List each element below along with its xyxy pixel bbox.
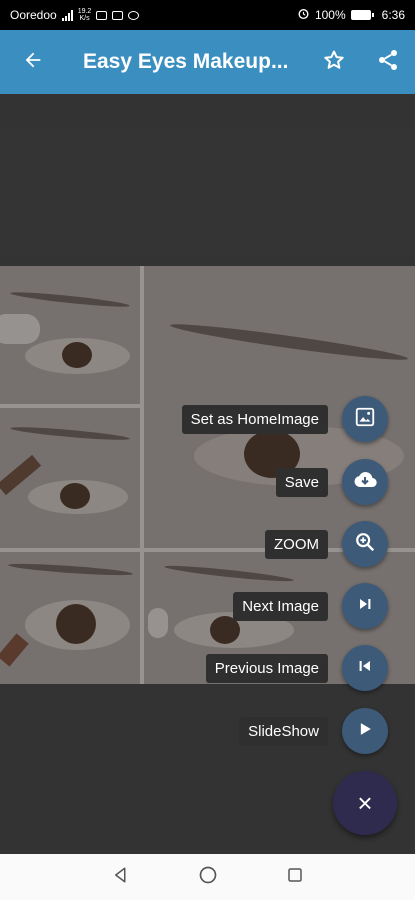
speed-dial-item-set-home[interactable]: Set as HomeImage: [181, 396, 388, 442]
share-button[interactable]: [361, 30, 415, 94]
status-left: Ooredoo 19.2 K/s: [10, 8, 140, 22]
slideshow-button[interactable]: [342, 708, 388, 754]
speed-dial-item-zoom[interactable]: ZOOM: [265, 521, 388, 567]
next-image-label[interactable]: Next Image: [233, 591, 328, 621]
status-bar: Ooredoo 19.2 K/s 100% 6:36: [0, 0, 415, 30]
recents-square-icon: [286, 866, 304, 889]
favorite-button[interactable]: [307, 30, 361, 94]
carrier-name: Ooredoo: [10, 8, 57, 22]
status-right: 100% 6:36: [297, 7, 405, 23]
battery-icon: [350, 10, 374, 20]
page-title: Easy Eyes Makeup...: [83, 50, 289, 73]
slideshow-label[interactable]: SlideShow: [239, 716, 328, 746]
back-button[interactable]: [0, 30, 66, 94]
home-circle-icon: [198, 865, 218, 890]
battery-percent: 100%: [314, 8, 346, 22]
wallpaper-icon: [354, 406, 376, 433]
nav-recents-button[interactable]: [284, 866, 306, 888]
clock: 6:36: [381, 8, 405, 22]
speed-unit: K/s: [79, 15, 90, 22]
save-label[interactable]: Save: [275, 467, 328, 497]
messenger-icon: [128, 10, 140, 20]
zoom-button[interactable]: [342, 521, 388, 567]
nav-home-button[interactable]: [197, 866, 219, 888]
notification-icon: [112, 10, 124, 20]
speed-dial-item-previous[interactable]: Previous Image: [205, 645, 388, 691]
notification-icon: [96, 10, 108, 20]
zoom-label[interactable]: ZOOM: [265, 529, 328, 559]
skip-next-icon: [355, 594, 375, 619]
network-speed: 19.2 K/s: [78, 8, 92, 22]
zoom-in-icon: [354, 531, 376, 558]
play-icon: [355, 719, 375, 744]
save-button[interactable]: [342, 459, 388, 505]
set-home-label[interactable]: Set as HomeImage: [181, 404, 328, 434]
share-icon: [376, 48, 400, 77]
speed-value: 19.2: [77, 8, 92, 15]
alarm-icon: [297, 7, 310, 23]
signal-icon: [61, 9, 73, 21]
previous-image-button[interactable]: [342, 645, 388, 691]
next-image-button[interactable]: [342, 583, 388, 629]
nav-back-button[interactable]: [110, 866, 132, 888]
back-triangle-icon: [112, 866, 130, 889]
screen: Ooredoo 19.2 K/s 100% 6:36 Easy Eyes Make…: [0, 0, 415, 900]
close-icon: ×: [357, 787, 373, 818]
arrow-back-icon: [22, 49, 44, 76]
close-speed-dial-button[interactable]: ×: [333, 771, 397, 835]
set-home-button[interactable]: [342, 396, 388, 442]
speed-dial-item-slideshow[interactable]: SlideShow: [239, 708, 388, 754]
speed-dial-item-save[interactable]: Save: [275, 459, 388, 505]
app-bar: Easy Eyes Makeup...: [0, 30, 415, 94]
system-nav-bar: [0, 854, 415, 900]
skip-previous-icon: [355, 656, 375, 681]
cloud-download-icon: [353, 468, 377, 497]
star-outline-icon: [322, 48, 346, 77]
speed-dial-item-next[interactable]: Next Image: [233, 583, 388, 629]
previous-image-label[interactable]: Previous Image: [205, 653, 328, 683]
